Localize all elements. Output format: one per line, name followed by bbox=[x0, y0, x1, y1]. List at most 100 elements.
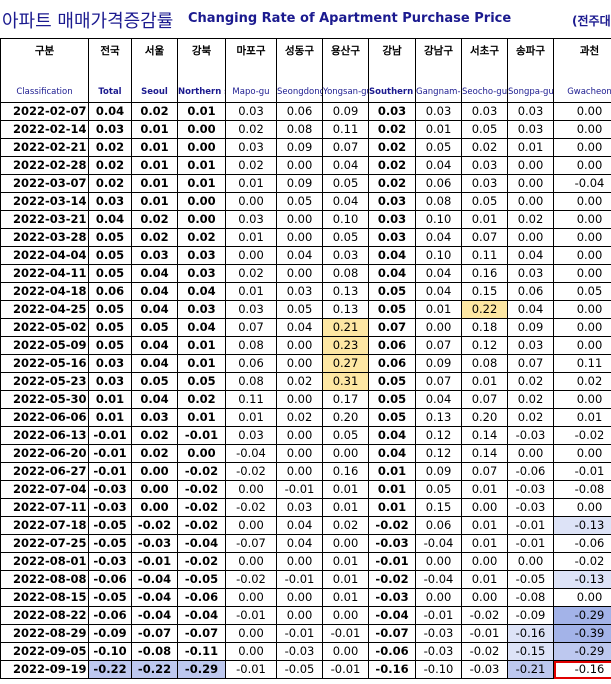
cell-gangnam-gu: 0.05 bbox=[415, 480, 462, 499]
column-header-gangnam-gu: 강남구 Gangnam-gu bbox=[415, 38, 462, 103]
cell-northern-seoul: 0.03 bbox=[177, 264, 226, 283]
column-header-kor: 강북 bbox=[191, 45, 212, 57]
cell-seoul: 0.04 bbox=[131, 300, 178, 319]
cell-mapo-gu: 0.02 bbox=[225, 264, 277, 283]
cell-southern-seoul: 0.05 bbox=[368, 282, 416, 301]
cell-gangnam-gu: 0.04 bbox=[415, 282, 462, 301]
cell-northern-seoul: 0.00 bbox=[177, 444, 226, 463]
cell-seocho-gu: -0.02 bbox=[461, 606, 508, 625]
cell-yongsan-gu: 0.05 bbox=[322, 174, 369, 193]
cell-gwacheon: -0.02 bbox=[553, 426, 611, 445]
cell-gwacheon: 0.00 bbox=[553, 318, 611, 337]
row-date: 2022-07-25 bbox=[0, 534, 89, 553]
cell-total: -0.01 bbox=[88, 426, 132, 445]
cell-songpa-gu: -0.21 bbox=[507, 660, 554, 679]
cell-songpa-gu: 0.02 bbox=[507, 372, 554, 391]
cell-northern-seoul: 0.00 bbox=[177, 120, 226, 139]
cell-songpa-gu: 0.00 bbox=[507, 156, 554, 175]
row-date: 2022-02-07 bbox=[0, 102, 89, 121]
row-date: 2022-04-11 bbox=[0, 264, 89, 283]
cell-yongsan-gu: 0.09 bbox=[322, 102, 369, 121]
row-date: 2022-02-21 bbox=[0, 138, 89, 157]
cell-mapo-gu: -0.02 bbox=[225, 462, 277, 481]
cell-total: -0.09 bbox=[88, 624, 132, 643]
cell-southern-seoul: 0.04 bbox=[368, 444, 416, 463]
cell-mapo-gu: 0.00 bbox=[225, 624, 277, 643]
cell-northern-seoul: -0.04 bbox=[177, 534, 226, 553]
cell-gangnam-gu: 0.12 bbox=[415, 426, 462, 445]
cell-gwacheon: 0.00 bbox=[553, 336, 611, 355]
row-date: 2022-06-20 bbox=[0, 444, 89, 463]
table-row: 2022-07-11 -0.03 0.00 -0.02 -0.02 0.03 0.01 0.0… bbox=[0, 498, 611, 517]
cell-gangnam-gu: 0.09 bbox=[415, 462, 462, 481]
cell-gangnam-gu: 0.04 bbox=[415, 156, 462, 175]
cell-gwacheon: 0.00 bbox=[553, 192, 611, 211]
column-header-classification: 구분 Classification bbox=[0, 38, 89, 103]
cell-yongsan-gu: 0.05 bbox=[322, 228, 369, 247]
cell-gangnam-gu: -0.04 bbox=[415, 534, 462, 553]
cell-total: 0.03 bbox=[88, 354, 132, 373]
cell-songpa-gu: 0.03 bbox=[507, 102, 554, 121]
cell-yongsan-gu: 0.07 bbox=[322, 138, 369, 157]
column-header-eng: Total bbox=[98, 87, 122, 97]
row-date: 2022-07-11 bbox=[0, 498, 89, 517]
row-date: 2022-09-05 bbox=[0, 642, 89, 661]
table-row: 2022-06-27 -0.01 0.00 -0.02 -0.02 0.00 0.16 0.0… bbox=[0, 462, 611, 481]
cell-total: -0.06 bbox=[88, 606, 132, 625]
cell-gwacheon: 0.00 bbox=[553, 156, 611, 175]
cell-northern-seoul: 0.00 bbox=[177, 138, 226, 157]
cell-yongsan-gu: -0.01 bbox=[322, 624, 369, 643]
cell-gangnam-gu: 0.04 bbox=[415, 390, 462, 409]
cell-yongsan-gu: 0.13 bbox=[322, 282, 369, 301]
cell-gwacheon: 0.00 bbox=[553, 246, 611, 265]
cell-northern-seoul: 0.01 bbox=[177, 354, 226, 373]
cell-songpa-gu: 0.00 bbox=[507, 444, 554, 463]
cell-yongsan-gu: 0.01 bbox=[322, 480, 369, 499]
cell-southern-seoul: 0.02 bbox=[368, 120, 416, 139]
cell-yongsan-gu: 0.01 bbox=[322, 570, 369, 589]
cell-northern-seoul: 0.03 bbox=[177, 246, 226, 265]
column-header-kor: 구분 bbox=[34, 45, 55, 57]
title-korean: 아파트 매매가격증감률 bbox=[2, 11, 174, 32]
cell-seocho-gu: 0.00 bbox=[461, 498, 508, 517]
cell-mapo-gu: 0.01 bbox=[225, 174, 277, 193]
cell-southern-seoul: 0.03 bbox=[368, 228, 416, 247]
cell-southern-seoul: 0.05 bbox=[368, 300, 416, 319]
cell-yongsan-gu: 0.05 bbox=[322, 426, 369, 445]
cell-total: -0.03 bbox=[88, 552, 132, 571]
cell-songpa-gu: 0.03 bbox=[507, 264, 554, 283]
row-date: 2022-08-29 bbox=[0, 624, 89, 643]
cell-songpa-gu: 0.01 bbox=[507, 138, 554, 157]
cell-mapo-gu: 0.01 bbox=[225, 228, 277, 247]
column-header-eng: Gangnam-gu bbox=[416, 87, 461, 97]
cell-mapo-gu: 0.03 bbox=[225, 210, 277, 229]
cell-seoul: 0.05 bbox=[131, 318, 178, 337]
cell-seongdong-gu: 0.05 bbox=[276, 300, 323, 319]
table-row: 2022-06-06 0.01 0.03 0.01 0.01 0.02 0.20 0.05 0.… bbox=[0, 408, 611, 427]
cell-mapo-gu: -0.02 bbox=[225, 570, 277, 589]
cell-gwacheon: -0.13 bbox=[553, 516, 611, 535]
cell-southern-seoul: -0.02 bbox=[368, 570, 416, 589]
row-date: 2022-05-16 bbox=[0, 354, 89, 373]
cell-seoul: 0.01 bbox=[131, 156, 178, 175]
cell-total: 0.04 bbox=[88, 102, 132, 121]
cell-seongdong-gu: 0.02 bbox=[276, 408, 323, 427]
column-header-eng: Seoul bbox=[141, 87, 168, 97]
table-row: 2022-02-21 0.02 0.01 0.00 0.03 0.09 0.07 0.02 0.… bbox=[0, 138, 611, 157]
table-row: 2022-03-28 0.05 0.02 0.02 0.01 0.00 0.05 0.03 0.… bbox=[0, 228, 611, 247]
cell-gangnam-gu: 0.00 bbox=[415, 588, 462, 607]
cell-northern-seoul: 0.02 bbox=[177, 228, 226, 247]
cell-northern-seoul: 0.01 bbox=[177, 156, 226, 175]
cell-northern-seoul: -0.07 bbox=[177, 624, 226, 643]
cell-total: 0.01 bbox=[88, 408, 132, 427]
title-english: Changing Rate of Apartment Purchase Pric… bbox=[188, 11, 512, 26]
row-date: 2022-08-08 bbox=[0, 570, 89, 589]
cell-total: 0.04 bbox=[88, 210, 132, 229]
cell-total: 0.02 bbox=[88, 174, 132, 193]
cell-yongsan-gu: 0.16 bbox=[322, 462, 369, 481]
cell-northern-seoul: -0.05 bbox=[177, 570, 226, 589]
cell-seocho-gu: 0.03 bbox=[461, 174, 508, 193]
cell-songpa-gu: 0.02 bbox=[507, 210, 554, 229]
cell-southern-seoul: 0.01 bbox=[368, 498, 416, 517]
column-header-kor: 과천 bbox=[579, 45, 600, 57]
